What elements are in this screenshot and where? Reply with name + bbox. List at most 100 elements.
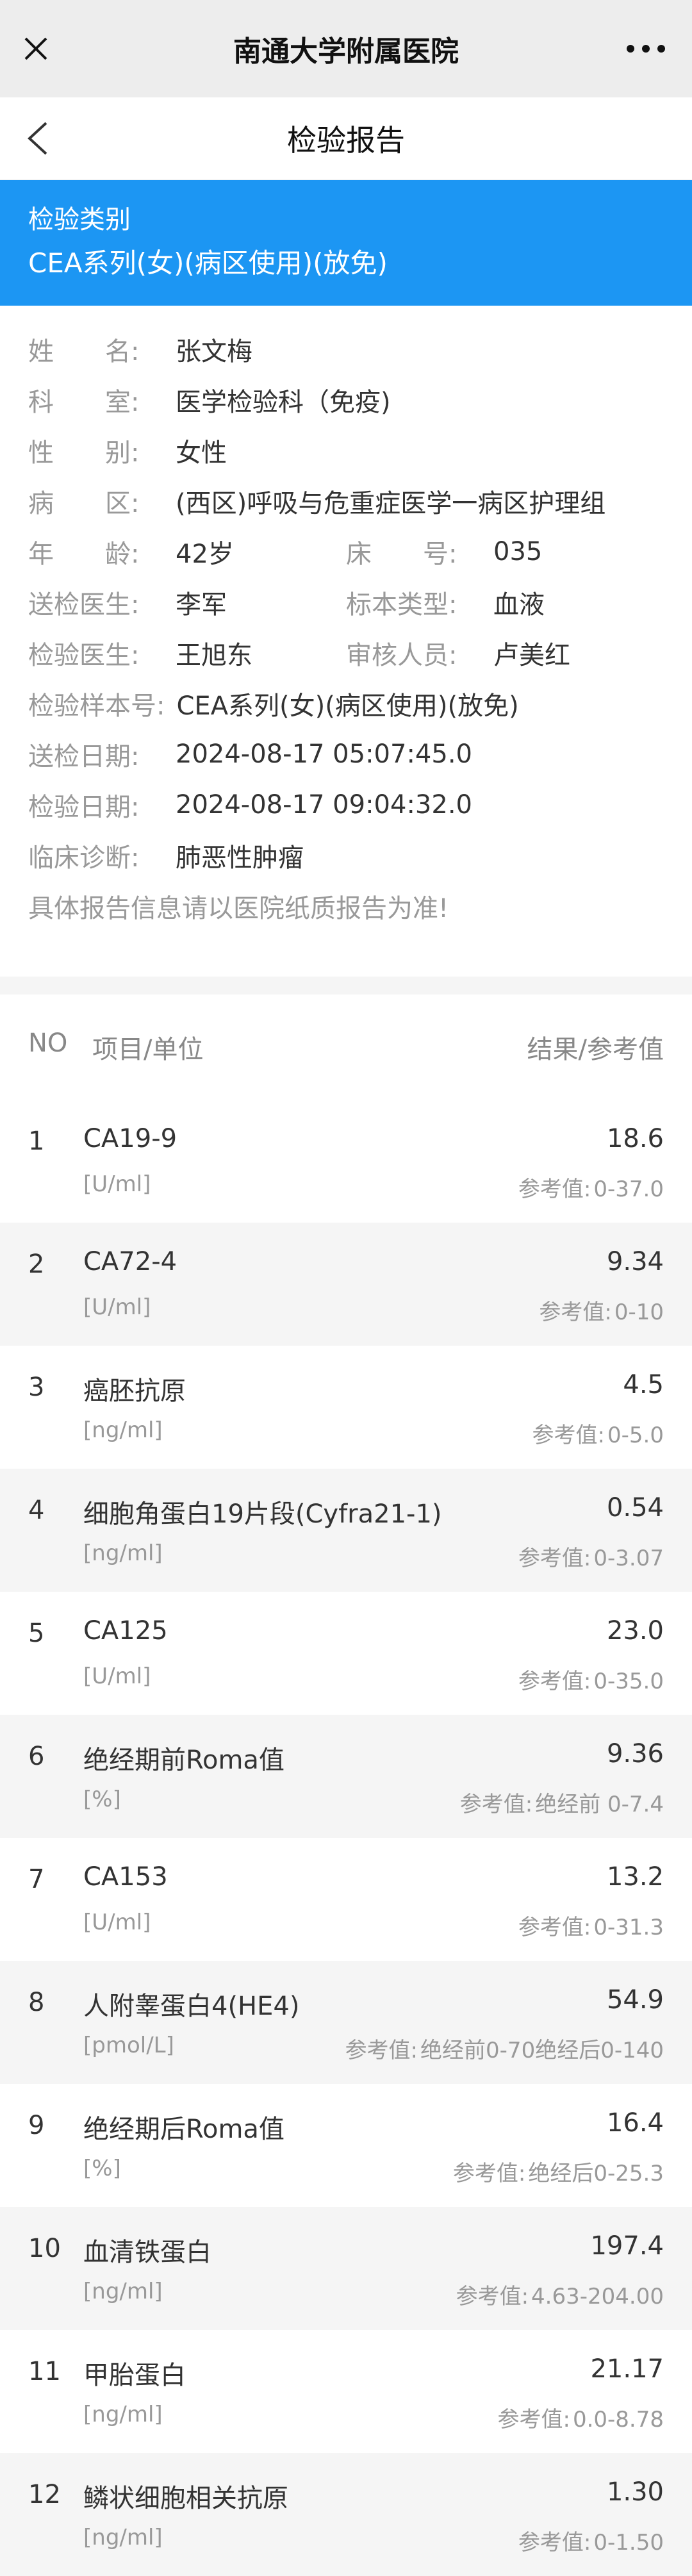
reference-range: 0-31.3 (593, 1915, 664, 1940)
sample-no-label: 检验样本号: (28, 691, 165, 721)
table-row[interactable]: 10 血清铁蛋白 [ng/ml] 197.4 参考值: 4.63-204.00 (0, 2207, 692, 2330)
reference-range: 绝经后0-25.3 (528, 2161, 664, 2186)
ward-label: 病 区: (28, 488, 140, 518)
results-table-header: NO 项目/单位 结果/参考值 (0, 995, 692, 1100)
col-header-result: 结果/参考值 (527, 1035, 664, 1064)
test-date-row: 检验日期: 2024-08-17 09:04:32.0 (28, 779, 664, 830)
table-row[interactable]: 4 细胞角蛋白19片段(Cyfra21-1) [ng/ml] 0.54 参考值: 0-3.… (0, 1469, 692, 1592)
reference-range: 0.0-8.78 (572, 2407, 664, 2432)
row-reference: 参考值: 0.0-8.78 (497, 2402, 664, 2433)
dept-row: 科 室: 医学检验科（免疫) (28, 374, 664, 425)
table-row[interactable]: 12 鳞状细胞相关抗原 [ng/ml] 1.30 参考值: 0-1.50 (0, 2453, 692, 2576)
row-unit: [%] (83, 1787, 121, 1812)
name-value: 张文梅 (176, 336, 252, 367)
close-icon[interactable] (18, 31, 54, 67)
sender-label: 送检医生: (28, 590, 140, 620)
row-item-name: CA153 (83, 1862, 168, 1892)
name-label: 姓 名: (28, 336, 140, 367)
row-reference: 参考值: 绝经前 0-7.4 (460, 1787, 664, 1818)
age-label: 年 龄: (28, 539, 140, 569)
row-unit: [pmol/L] (83, 2033, 174, 2058)
nav-bar: 检验报告 (0, 97, 692, 180)
test-category-banner: 检验类别 CEA系列(女)(病区使用)(放免) (0, 180, 692, 306)
reference-label: 参考值: (497, 2407, 570, 2432)
row-number: 9 (28, 2111, 45, 2140)
reviewer-value: 卢美红 (493, 640, 570, 670)
send-date-value: 2024-08-17 05:07:45.0 (176, 739, 472, 769)
report-disclaimer: 具体报告信息请以医院纸质报告为准! (28, 893, 449, 923)
reference-range: 0-35.0 (593, 1669, 664, 1694)
table-row[interactable]: 7 CA153 [U/ml] 13.2 参考值: 0-31.3 (0, 1838, 692, 1961)
row-reference: 参考值: 4.63-204.00 (456, 2279, 664, 2310)
more-options-icon[interactable] (625, 41, 666, 56)
row-number: 5 (28, 1619, 45, 1648)
reference-label: 参考值: (456, 2284, 529, 2309)
row-reference: 参考值: 0-35.0 (518, 1664, 664, 1695)
row-reference: 参考值: 0-1.50 (518, 2525, 664, 2556)
reference-range: 0-1.50 (593, 2530, 664, 2555)
row-reference: 参考值: 0-3.07 (518, 1540, 664, 1572)
test-date-label: 检验日期: (28, 792, 140, 822)
reference-range: 4.63-204.00 (531, 2284, 664, 2309)
table-row[interactable]: 2 CA72-4 [U/ml] 9.34 参考值: 0-10 (0, 1223, 692, 1346)
row-result: 4.5 (623, 1370, 664, 1399)
table-row[interactable]: 6 绝经期前Roma值 [%] 9.36 参考值: 绝经前 0-7.4 (0, 1715, 692, 1838)
row-result: 18.6 (606, 1124, 664, 1153)
table-row[interactable]: 1 CA19-9 [U/ml] 18.6 参考值: 0-37.0 (0, 1100, 692, 1223)
table-row[interactable]: 11 甲胎蛋白 [ng/ml] 21.17 参考值: 0.0-8.78 (0, 2330, 692, 2453)
test-date-value: 2024-08-17 09:04:32.0 (176, 789, 472, 820)
patient-info-section: 姓 名: 张文梅 科 室: 医学检验科（免疫) 性 别: 女性 病 区: (西区… (0, 306, 692, 977)
row-unit: [%] (83, 2156, 121, 2181)
sample-no-value: CEA系列(女)(病区使用)(放免) (176, 691, 519, 721)
table-row[interactable]: 5 CA125 [U/ml] 23.0 参考值: 0-35.0 (0, 1592, 692, 1715)
row-result: 54.9 (606, 1985, 664, 2015)
sender-value: 李军 (176, 590, 227, 620)
col-header-no: NO (28, 1028, 68, 1058)
table-row[interactable]: 3 癌胚抗原 [ng/ml] 4.5 参考值: 0-5.0 (0, 1346, 692, 1469)
row-unit: [ng/ml] (83, 2525, 163, 2550)
sample-type-value: 血液 (493, 590, 545, 620)
row-reference: 参考值: 0-10 (539, 1294, 664, 1326)
row-number: 1 (28, 1127, 45, 1156)
col-header-item: 项目/单位 (92, 1035, 204, 1064)
reference-label: 参考值: (452, 2161, 526, 2186)
row-unit: [ng/ml] (83, 2279, 163, 2304)
bed-value: 035 (493, 536, 543, 566)
row-unit: [U/ml] (83, 1664, 151, 1689)
back-arrow-icon[interactable] (23, 119, 51, 158)
table-row[interactable]: 8 人附睾蛋白4(HE4) [pmol/L] 54.9 参考值: 绝经前0-70绝经后0-… (0, 1961, 692, 2084)
row-item-name: 血清铁蛋白 (83, 2238, 211, 2267)
sample-no-row: 检验样本号: CEA系列(女)(病区使用)(放免) (28, 678, 664, 729)
reference-label: 参考值: (518, 1915, 591, 1940)
tester-value: 王旭东 (176, 640, 252, 670)
reference-label: 参考值: (518, 1669, 591, 1694)
row-result: 23.0 (606, 1616, 664, 1646)
name-row: 姓 名: 张文梅 (28, 324, 664, 374)
table-row[interactable]: 9 绝经期后Roma值 [%] 16.4 参考值: 绝经后0-25.3 (0, 2084, 692, 2207)
reference-label: 参考值: (532, 1423, 606, 1448)
send-date-row: 送检日期: 2024-08-17 05:07:45.0 (28, 729, 664, 779)
section-divider (0, 977, 692, 995)
row-number: 7 (28, 1865, 45, 1894)
test-category-label: 检验类别 (28, 205, 131, 235)
row-item-name: 人附睾蛋白4(HE4) (83, 1992, 300, 2021)
row-result: 16.4 (606, 2108, 664, 2138)
row-number: 12 (28, 2480, 61, 2509)
row-result: 1.30 (606, 2477, 664, 2507)
reference-label: 参考值: (345, 2038, 418, 2063)
ward-row: 病 区: (西区)呼吸与危重症医学一病区护理组 (28, 475, 664, 526)
reference-label: 参考值: (518, 1546, 591, 1571)
row-item-name: CA125 (83, 1616, 168, 1646)
row-reference: 参考值: 0-31.3 (518, 1910, 664, 1941)
row-item-name: 癌胚抗原 (83, 1376, 186, 1406)
row-unit: [ng/ml] (83, 1417, 163, 1443)
row-item-name: CA72-4 (83, 1247, 177, 1276)
row-item-name: 绝经期后Roma值 (83, 2115, 284, 2144)
row-unit: [ng/ml] (83, 1540, 163, 1566)
age-bed-row: 年 龄: 42岁 床 号: 035 (28, 526, 664, 577)
gender-value: 女性 (176, 438, 227, 468)
app-title: 南通大学附属医院 (233, 35, 459, 68)
row-reference: 参考值: 0-37.0 (518, 1171, 664, 1203)
reference-range: 绝经前 0-7.4 (535, 1792, 664, 1817)
diagnosis-row: 临床诊断: 肺恶性肿瘤 (28, 830, 664, 880)
